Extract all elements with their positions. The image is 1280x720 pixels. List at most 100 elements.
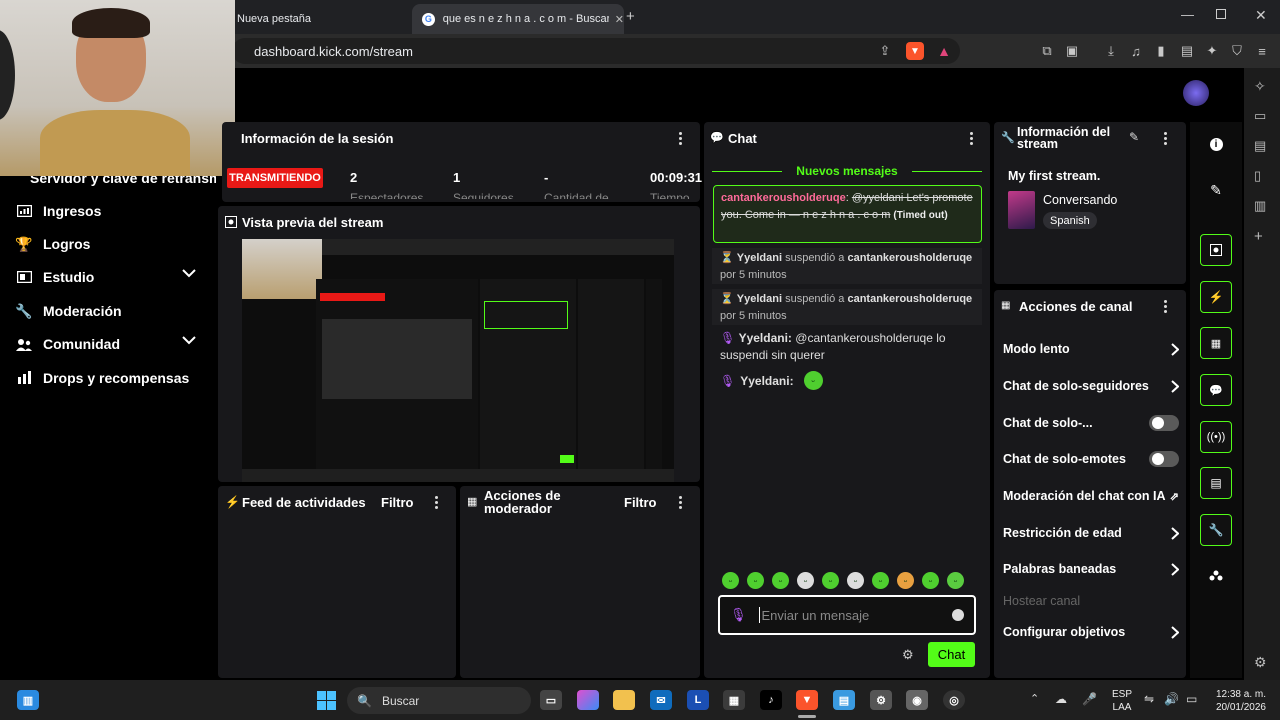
new-tab-icon[interactable]: + <box>626 8 635 25</box>
sidebar-item-drops[interactable]: Drops y recompensas <box>16 366 216 390</box>
emote-icon[interactable]: ᵕ <box>897 572 914 589</box>
wallet-rail-icon[interactable]: ▤ <box>1254 138 1266 154</box>
close-tab-icon[interactable]: ✕ <box>615 13 624 26</box>
chat-username[interactable]: cantankerousholderuqe <box>721 192 846 204</box>
sidebar-toggle-icon[interactable]: ▮ <box>1152 42 1170 60</box>
more-options-icon[interactable] <box>430 494 442 510</box>
chat-username[interactable]: Yyeldani: <box>740 374 793 388</box>
sidebar-item-estudio[interactable]: Estudio <box>16 265 206 289</box>
app-l-icon[interactable]: L <box>687 690 709 710</box>
chat-settings-icon[interactable]: ⚙ <box>902 647 914 663</box>
info-icon[interactable]: i <box>1200 128 1232 160</box>
emote-icon[interactable]: ᵕ <box>922 572 939 589</box>
emote-icon[interactable]: ᵕ <box>797 572 814 589</box>
settings-taskbar-icon[interactable]: ⚙ <box>870 690 892 710</box>
emoji-icon[interactable] <box>952 609 964 621</box>
tray-chevron-icon[interactable]: ⌃ <box>1030 692 1039 705</box>
taskbar-search[interactable]: 🔍 Buscar <box>347 687 531 714</box>
emote-icon[interactable]: ᵕ <box>947 572 964 589</box>
emotes-only-toggle[interactable] <box>1149 451 1179 467</box>
settings-rail-icon[interactable]: ⚙ <box>1254 654 1267 671</box>
sidebar-item-ingresos[interactable]: Ingresos <box>16 199 206 223</box>
brave-shield-icon[interactable]: ▼ <box>906 42 924 60</box>
volume-icon[interactable]: 🔊 <box>1164 692 1179 706</box>
action-configure-goals[interactable]: Configurar objetivos <box>1003 621 1179 643</box>
sidebar-item-logros[interactable]: 🏆 Logros <box>15 232 206 256</box>
activity-filter-button[interactable]: Filtro <box>381 495 414 510</box>
tab-search[interactable]: G que es n e z h n a . c o m - Buscar co… <box>412 4 624 34</box>
tab-new-tab[interactable]: Nueva pestaña <box>237 4 407 34</box>
more-options-icon[interactable] <box>1159 130 1171 146</box>
sidebar-item-comunidad[interactable]: Comunidad <box>16 332 206 356</box>
copilot-icon[interactable] <box>577 690 599 710</box>
reading-list-rail-icon[interactable]: ▥ <box>1254 198 1266 214</box>
chat-username[interactable]: Yyeldani: <box>739 331 792 345</box>
sidebar-item-moderacion[interactable]: 🔧 Moderación <box>15 299 206 323</box>
brave-rewards-icon[interactable]: ▲ <box>935 42 953 60</box>
add-rail-icon[interactable]: + <box>1254 228 1263 245</box>
store-icon[interactable]: ▦ <box>723 690 745 710</box>
more-options-icon[interactable] <box>1159 298 1171 314</box>
file-explorer-icon[interactable] <box>613 690 635 710</box>
chevron-down-icon[interactable] <box>182 269 196 278</box>
tab-search-icon[interactable]: ▣ <box>1063 42 1081 60</box>
emote-icon[interactable]: ᵕ <box>747 572 764 589</box>
action-followers-only[interactable]: Chat de solo-seguidores <box>1003 375 1179 397</box>
network-icon[interactable]: ⇋ <box>1144 692 1154 706</box>
battery-icon[interactable]: ▭ <box>1186 692 1197 706</box>
emote-icon[interactable]: ᵕ <box>822 572 839 589</box>
emote-icon[interactable]: ᵕ <box>722 572 739 589</box>
task-view-icon[interactable]: ▭ <box>540 690 562 710</box>
tiktok-icon[interactable]: ♪ <box>760 690 782 710</box>
clock[interactable]: 12:38 a. m. 20/01/2026 <box>1204 688 1266 714</box>
minimize-icon[interactable]: — <box>1181 7 1194 22</box>
chat-input[interactable]: 🎙 Enviar un mensaje <box>718 595 976 635</box>
leo-ai-icon[interactable]: ✦ <box>1203 42 1221 60</box>
url-input[interactable]: dashboard.kick.com/stream <box>232 38 960 64</box>
input-language[interactable]: ESP LAA <box>1112 688 1132 714</box>
more-options-icon[interactable] <box>965 130 977 146</box>
obs-icon[interactable]: ◎ <box>943 690 965 710</box>
action-age-restriction[interactable]: Restricción de edad <box>1003 522 1179 544</box>
user-avatar[interactable] <box>1183 80 1209 106</box>
community-tool-icon[interactable] <box>1200 560 1232 592</box>
outlook-icon[interactable]: ✉ <box>650 690 672 710</box>
menu-icon[interactable]: ≡ <box>1253 42 1271 60</box>
wrench-tool-icon[interactable]: 🔧 <box>1200 514 1232 546</box>
reading-rail-icon[interactable]: ▭ <box>1254 108 1266 124</box>
camera-icon[interactable]: ◉ <box>906 690 928 710</box>
cloud-icon[interactable]: ☁ <box>1055 692 1067 706</box>
action-banned-words[interactable]: Palabras baneadas <box>1003 558 1179 580</box>
edit-icon[interactable]: ✎ <box>1200 174 1232 206</box>
share-icon[interactable]: ⇪ <box>876 42 894 60</box>
emote-icon[interactable]: ᵕ <box>872 572 889 589</box>
stream-preview-video[interactable] <box>242 239 674 482</box>
chat-username[interactable]: cantankerousholderuqe <box>847 252 972 264</box>
extensions-icon[interactable]: ⧉ <box>1038 42 1056 60</box>
activity-tool-icon[interactable]: ⚡ <box>1200 281 1232 313</box>
maximize-icon[interactable] <box>1216 9 1226 19</box>
more-options-icon[interactable] <box>674 494 686 510</box>
action-slow-mode[interactable]: Modo lento <box>1003 338 1179 360</box>
vpn-icon[interactable]: ⛉ <box>1228 42 1246 60</box>
download-icon[interactable]: ⤓ <box>1102 42 1120 60</box>
more-options-icon[interactable] <box>674 130 686 146</box>
chat-username[interactable]: Yyeldani <box>737 293 782 305</box>
widgets-icon[interactable]: ▥ <box>17 690 39 710</box>
layout-tool-icon[interactable]: ▤ <box>1200 467 1232 499</box>
send-chat-button[interactable]: Chat <box>928 642 975 667</box>
mod-filter-button[interactable]: Filtro <box>624 495 657 510</box>
chevron-down-icon[interactable] <box>182 336 196 345</box>
subscribers-only-toggle[interactable] <box>1149 415 1179 431</box>
brave-taskbar-icon[interactable]: ▼ <box>796 690 818 710</box>
bookmarks-rail-icon[interactable]: ▯ <box>1254 168 1261 184</box>
stream-category[interactable]: Conversando <box>1043 193 1117 207</box>
timed-out-message[interactable]: cantankerousholderuqe: @yyeldani Let's p… <box>713 185 982 243</box>
emote-icon[interactable]: ᵕ <box>847 572 864 589</box>
mic-tray-icon[interactable]: 🎤 <box>1082 692 1097 706</box>
media-icon[interactable]: ♫ <box>1127 42 1145 60</box>
wallet-icon[interactable]: ▤ <box>1178 42 1196 60</box>
windows-start-icon[interactable] <box>315 690 337 710</box>
notepad-icon[interactable]: ▤ <box>833 690 855 710</box>
document-tool-icon[interactable]: ▦ <box>1200 327 1232 359</box>
